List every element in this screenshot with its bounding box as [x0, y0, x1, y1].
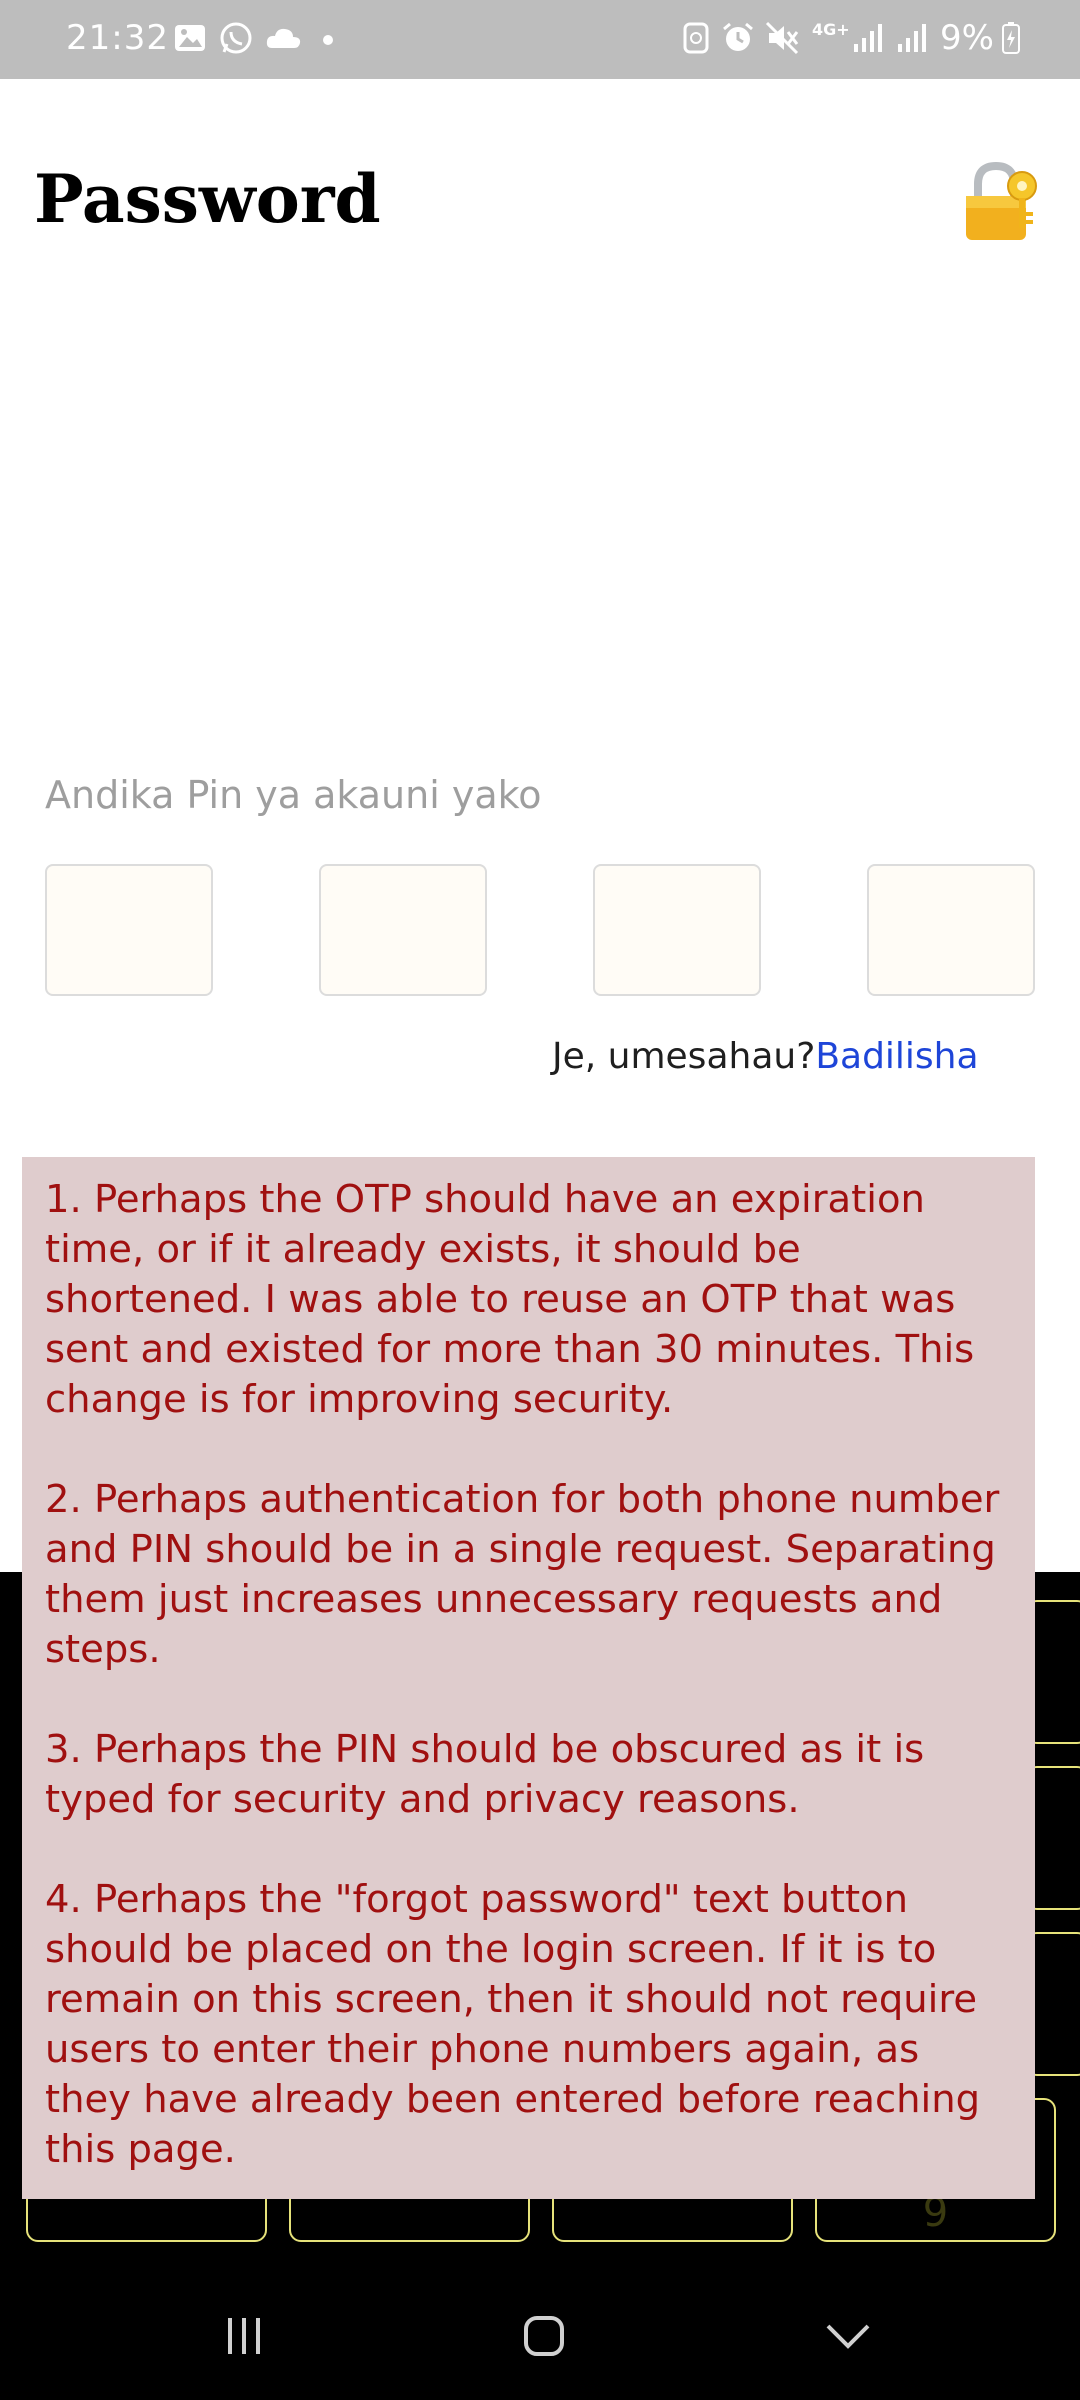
home-icon[interactable] — [522, 2314, 566, 2358]
lock-with-key-icon — [966, 161, 1037, 240]
pin-digit-1[interactable] — [45, 864, 213, 996]
page-title: Password — [34, 160, 381, 238]
mute-icon — [765, 21, 799, 55]
status-time: 21:32 — [66, 18, 169, 58]
feedback-item-2: 2. Perhaps authentication for both phone… — [45, 1477, 1000, 1672]
feedback-item-3: 3. Perhaps the PIN should be obscured as… — [45, 1727, 925, 1822]
battery-percent: 9% — [940, 18, 994, 58]
recent-apps-icon[interactable] — [222, 2314, 266, 2358]
dot-icon — [323, 35, 333, 45]
forgot-prompt: Je, umesahau? — [552, 1036, 816, 1077]
recycle-icon — [683, 22, 709, 54]
feedback-item-4: 4. Perhaps the "forgot password" text bu… — [45, 1877, 981, 2172]
battery-icon — [1002, 22, 1020, 54]
back-icon[interactable] — [824, 2314, 872, 2358]
signal-icon — [898, 24, 926, 52]
pin-digit-3[interactable] — [593, 864, 761, 996]
image-icon — [175, 25, 205, 51]
alarm-icon — [723, 22, 753, 51]
pin-digit-2[interactable] — [319, 864, 487, 996]
network-type: 4G+ — [812, 20, 850, 39]
pin-digit-4[interactable] — [867, 864, 1035, 996]
pin-label: Andika Pin ya akauni yako — [45, 773, 542, 817]
cloud-icon — [266, 28, 301, 48]
feedback-item-1: 1. Perhaps the OTP should have an expira… — [45, 1177, 975, 1422]
whatsapp-icon — [220, 22, 252, 54]
feedback-panel: 1. Perhaps the OTP should have an expira… — [22, 1157, 1035, 2199]
forgot-row: Je, umesahau?Badilisha — [552, 1036, 979, 1077]
status-bar: 21:32 4G+ 9% — [0, 0, 1080, 79]
signal-icon — [854, 24, 882, 52]
reset-pin-link[interactable]: Badilisha — [815, 1036, 978, 1077]
